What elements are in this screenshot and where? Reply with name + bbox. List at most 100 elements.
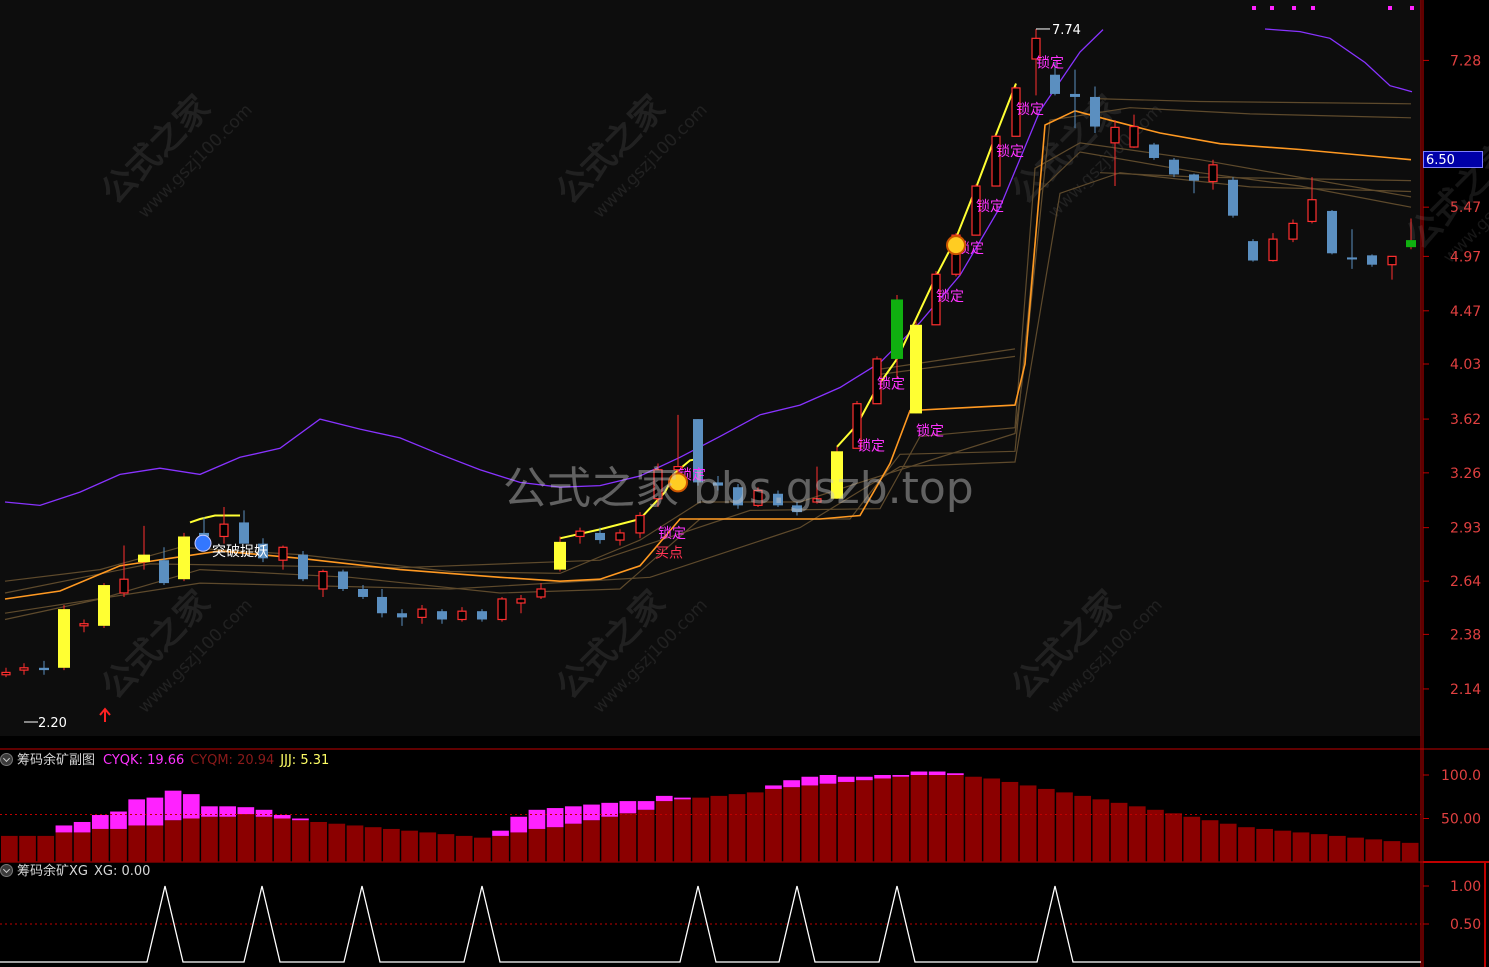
candle-body [397, 613, 407, 618]
cyqm-bar [492, 835, 509, 862]
cyqm-bar [1147, 809, 1164, 862]
cyqm-bar [1074, 795, 1092, 862]
signal-bar [58, 609, 70, 668]
cyqm-bar [255, 816, 273, 862]
candle-body [1110, 126, 1120, 144]
cyqm-bar [655, 801, 673, 862]
xg-panel-header[interactable]: 筹码余矿XG XG: 0.00 [0, 863, 150, 881]
legend-jjj-name: JJJ [280, 753, 292, 768]
cyqk-bar [856, 776, 873, 781]
lock-label: 锁定 [658, 526, 686, 542]
cyqk-bar [273, 815, 291, 819]
cyqm-bar [401, 830, 418, 862]
candle-body [1189, 174, 1199, 181]
top-dot [1311, 6, 1315, 10]
axis-tick-label: 3.26 [1450, 466, 1481, 482]
cyqm-bar [983, 778, 1001, 862]
axis-tick-label: 4.47 [1450, 304, 1481, 320]
candle-body [437, 611, 447, 620]
candle-body [1169, 159, 1179, 175]
legend-xg-value: 0.00 [121, 864, 151, 879]
candle-body [298, 554, 308, 580]
candle-body [1050, 74, 1060, 94]
cyqk-bar [564, 806, 582, 824]
cyqm-bar [128, 825, 146, 862]
cyqm-bar [1292, 832, 1310, 862]
cyqm-bar [146, 825, 164, 862]
indicator-panel-header[interactable]: 筹码余矿副图 CYQK: 19.66 CYQM: 20.94 JJJ: 5.31 [0, 752, 329, 770]
cyqm-bar [947, 775, 964, 862]
cyqm-bar [1365, 839, 1383, 862]
candle-body [1248, 241, 1258, 261]
axis-tick-label: 5.47 [1450, 200, 1481, 216]
cyqk-bar [146, 797, 164, 826]
candle-body [1387, 255, 1397, 266]
lock-label: 锁定 [1036, 56, 1064, 72]
cyqk-bar [110, 811, 127, 829]
legend-cyqk-name: CYQK [103, 753, 139, 768]
top-dot [1252, 6, 1256, 10]
cyqm-bar [19, 835, 36, 862]
axis-tick-label: 7.28 [1450, 53, 1481, 69]
cyqm-bar [37, 835, 55, 862]
cyqk-bar [874, 775, 891, 779]
cyqk-bar [510, 816, 528, 833]
candle-body [516, 598, 526, 604]
candle-body [119, 578, 129, 594]
cyqk-bar [619, 801, 637, 814]
candle-body [1367, 255, 1377, 265]
signal-bar [178, 536, 190, 580]
cyqk-bar [819, 775, 837, 784]
cyqm-bar [837, 781, 855, 862]
legend-cyqm-value: 20.94 [237, 753, 275, 768]
cyqm-bar [1001, 781, 1019, 862]
cyqm-bar [765, 788, 782, 862]
cyqm-bar [1183, 816, 1201, 862]
axis-tick-label: 2.64 [1450, 574, 1481, 590]
signal-bar [1406, 240, 1416, 248]
candle-body [477, 611, 487, 620]
candle-body [1070, 93, 1080, 97]
cyqm-bar [637, 809, 655, 862]
cyqm-bar [55, 832, 73, 862]
cyqm-bar [783, 787, 800, 862]
cyqm-bar [383, 828, 400, 862]
cyqm-bar [1274, 830, 1292, 862]
candle-body [1288, 222, 1298, 240]
lock-label: 锁定 [936, 289, 964, 305]
candle-body [39, 667, 49, 671]
cyqm-bar [310, 821, 327, 862]
cyqm-bar [856, 780, 873, 862]
axis-tick-label: 0.50 [1450, 917, 1481, 933]
cyqk-bar [128, 799, 146, 826]
collapse-icon[interactable] [0, 864, 13, 877]
cyqm-bar [1165, 813, 1182, 862]
cyqm-bar [928, 775, 946, 862]
cyqk-bar [201, 806, 218, 817]
cyqm-bar [692, 797, 709, 862]
axis-tick-label: 100.0 [1441, 768, 1481, 784]
axis-tick-label: 2.38 [1450, 627, 1481, 643]
cyqk-bar [164, 790, 182, 821]
cyqm-bar [583, 820, 600, 862]
cyqm-bar [91, 828, 109, 862]
cyqm-bar [1401, 842, 1419, 862]
cyqk-bar [55, 825, 73, 833]
collapse-icon[interactable] [0, 753, 13, 766]
top-dot [1388, 6, 1392, 10]
cyqm-bar [1037, 788, 1055, 862]
breakout-label: 突破捉妖 [212, 544, 268, 560]
candle-body [19, 667, 29, 671]
legend-cyqm-name: CYQM [190, 753, 229, 768]
cyqk-bar [910, 771, 928, 775]
cyqm-bar [1110, 802, 1128, 862]
cyqm-bar [1219, 823, 1237, 862]
lock-label: 锁定 [877, 376, 905, 392]
current-price-badge: 6.50 [1423, 151, 1483, 168]
candle-body [1268, 238, 1278, 262]
low-price-label: 2.20 [38, 716, 67, 731]
signal-bar [554, 541, 566, 570]
axis-tick-label: 1.00 [1450, 879, 1481, 895]
top-dot [1270, 6, 1274, 10]
legend-xg-name: XG [93, 864, 113, 879]
